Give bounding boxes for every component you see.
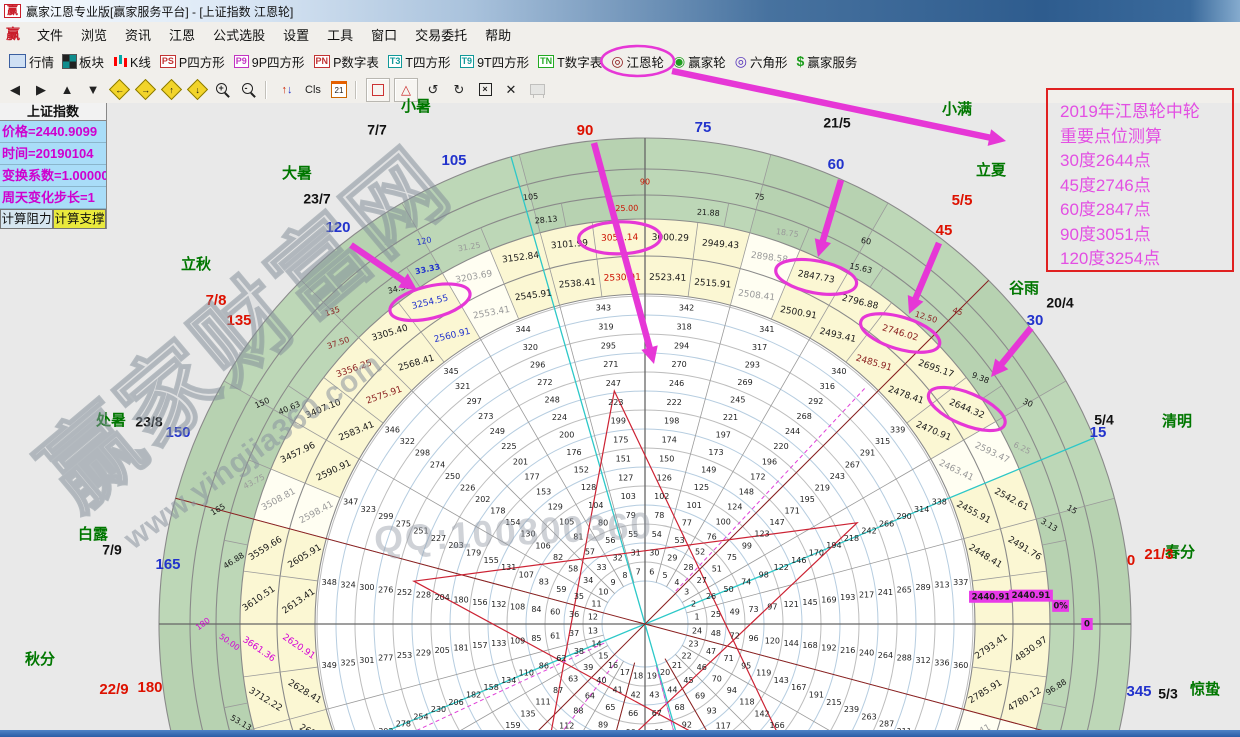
kline-icon (113, 54, 127, 68)
app-logo-icon: 赢 (4, 4, 21, 18)
scroll-right-icon[interactable]: ▶ (30, 79, 52, 101)
rotate-cw-icon[interactable]: ↻ (448, 79, 470, 101)
gann-wheel-icon: ◎ (611, 54, 623, 68)
annotation-line: 重要点位测算 (1060, 125, 1232, 150)
toolbar-item-label: P四方形 (179, 52, 225, 71)
toolbar-item-label: 9P四方形 (252, 52, 305, 71)
toolbar-item-label: T四方形 (405, 52, 450, 71)
toolbar-item-10[interactable]: ◉赢家轮 (673, 52, 726, 71)
winner-wheel-icon: ◉ (673, 54, 685, 68)
draw-triangle-icon[interactable]: △ (394, 78, 418, 102)
toolbar-item-3[interactable]: PSP四方形 (160, 52, 225, 71)
toolbar-item-0[interactable]: 行情 (9, 52, 54, 71)
menu-item-0[interactable]: 文件 (28, 23, 72, 46)
annotation-line: 30度2644点 (1060, 149, 1232, 174)
annotation-line: 45度2746点 (1060, 174, 1232, 199)
panel-row-2: 变换系数=1.00000 (0, 165, 106, 187)
ninep-square-icon: P9 (234, 55, 249, 68)
annotation-line: 90度3051点 (1060, 223, 1232, 248)
menu-item-3[interactable]: 江恩 (160, 23, 204, 46)
status-bar (0, 730, 1240, 737)
toolbar-item-label: 赢家服务 (807, 52, 857, 71)
toolbar-separator (265, 81, 267, 99)
toolbar-item-7[interactable]: T99T四方形 (460, 52, 530, 71)
menu-item-6[interactable]: 工具 (318, 23, 362, 46)
price-scale-icon[interactable]: ↑↓ (276, 79, 298, 101)
toolbar-item-label: 江恩轮 (627, 52, 665, 71)
toolbar-item-label: 六角形 (750, 52, 788, 71)
toolbar-item-8[interactable]: TNT数字表 (538, 52, 602, 71)
annotation-line: 2019年江恩轮中轮 (1060, 100, 1232, 125)
toolbar-item-2[interactable]: K线 (113, 52, 151, 71)
toolbar-item-label: 赢家轮 (688, 52, 726, 71)
menu-bar: 赢 文件浏览资讯江恩公式选股设置工具窗口交易委托帮助 (0, 22, 1240, 47)
t-number-table-icon: TN (538, 55, 554, 68)
step-down-icon[interactable]: ▼ (82, 79, 104, 101)
window-title: 赢家江恩专业版[赢家服务平台] - [上证指数 江恩轮] (26, 3, 293, 20)
main-toolbar: 行情 板块 K线 PSP四方形 P99P四方形 PNP数字表 T3T四方形 T99T四方形 TN… (0, 46, 1240, 77)
toolbar-item-label: K线 (130, 52, 151, 71)
toolbar-item-9[interactable]: ◎ 江恩轮 (611, 52, 664, 71)
menu-item-1[interactable]: 浏览 (72, 23, 116, 46)
toolbar-item-label: T数字表 (557, 52, 602, 71)
stock-info-panel: 上证指数 价格=2440.9099时间=20190104变换系数=1.00000… (0, 103, 107, 229)
menu-item-5[interactable]: 设置 (274, 23, 318, 46)
toolbar-item-6[interactable]: T3T四方形 (388, 52, 451, 71)
annotation-box: 2019年江恩轮中轮重要点位测算30度2644点45度2746点60度2847点… (1046, 88, 1234, 272)
calendar-icon[interactable]: 21 (328, 79, 350, 101)
pan-right-icon[interactable]: → (134, 79, 156, 101)
calc-resistance-button[interactable]: 计算阻力 (0, 209, 53, 229)
toolbar-separator (355, 81, 357, 99)
toolbar-item-label: 板块 (79, 52, 104, 71)
window-titlebar: 赢 赢家江恩专业版[赢家服务平台] - [上证指数 江恩轮] (0, 0, 1240, 22)
quotes-grid-icon (9, 54, 26, 68)
toolbar-item-5[interactable]: PNP数字表 (314, 52, 379, 71)
panel-row-1: 时间=20190104 (0, 143, 106, 165)
winner-service-icon: $ (797, 53, 805, 69)
panel-row-0: 价格=2440.9099 (0, 121, 106, 143)
rotate-ccw-icon[interactable]: ↺ (422, 79, 444, 101)
t-square-icon: T3 (388, 55, 403, 68)
menu-item-8[interactable]: 交易委托 (406, 23, 476, 46)
menu-item-7[interactable]: 窗口 (362, 23, 406, 46)
pan-left-icon[interactable]: ← (108, 79, 130, 101)
ninet-square-icon: T9 (460, 55, 475, 68)
toolbar-item-label: 行情 (29, 52, 54, 71)
toolbar-item-1[interactable]: 板块 (63, 52, 104, 71)
sectors-icon (63, 55, 76, 68)
hexagon-icon: ◎ (735, 54, 747, 68)
p-number-table-icon: PN (314, 55, 331, 68)
pan-down-icon[interactable]: ↓ (186, 79, 208, 101)
toolbar-item-11[interactable]: ◎六角形 (735, 52, 788, 71)
menu-item-9[interactable]: 帮助 (476, 23, 520, 46)
zoom-out-icon[interactable]: - (238, 79, 260, 101)
panel-title: 上证指数 (0, 103, 106, 121)
annotation-line: 60度2847点 (1060, 198, 1232, 223)
step-up-icon[interactable]: ▲ (56, 79, 78, 101)
pan-up-icon[interactable]: ↑ (160, 79, 182, 101)
panel-row-3: 周天变化步长=1 (0, 187, 106, 209)
cls-button[interactable]: Cls (302, 79, 324, 101)
toolbar-item-12[interactable]: $赢家服务 (797, 52, 858, 71)
zoom-in-icon[interactable]: + (212, 79, 234, 101)
menu-logo-icon: 赢 (6, 24, 20, 44)
menu-items: 文件浏览资讯江恩公式选股设置工具窗口交易委托帮助 (28, 23, 520, 46)
presentation-icon[interactable] (526, 79, 548, 101)
toolbar-item-4[interactable]: P99P四方形 (234, 52, 305, 71)
p-square-icon: PS (160, 55, 176, 68)
annotation-line: 120度3254点 (1060, 247, 1232, 272)
scroll-left-icon[interactable]: ◀ (4, 79, 26, 101)
cross-resize-icon[interactable]: ✕ (500, 79, 522, 101)
menu-item-2[interactable]: 资讯 (116, 23, 160, 46)
calc-support-button[interactable]: 计算支撑 (53, 209, 106, 229)
draw-square-icon[interactable] (366, 78, 390, 102)
menu-item-4[interactable]: 公式选股 (204, 23, 274, 46)
toolbar-item-label: 9T四方形 (477, 52, 529, 71)
toolbar-item-label: P数字表 (333, 52, 379, 71)
fit-box-icon[interactable]: × (474, 79, 496, 101)
